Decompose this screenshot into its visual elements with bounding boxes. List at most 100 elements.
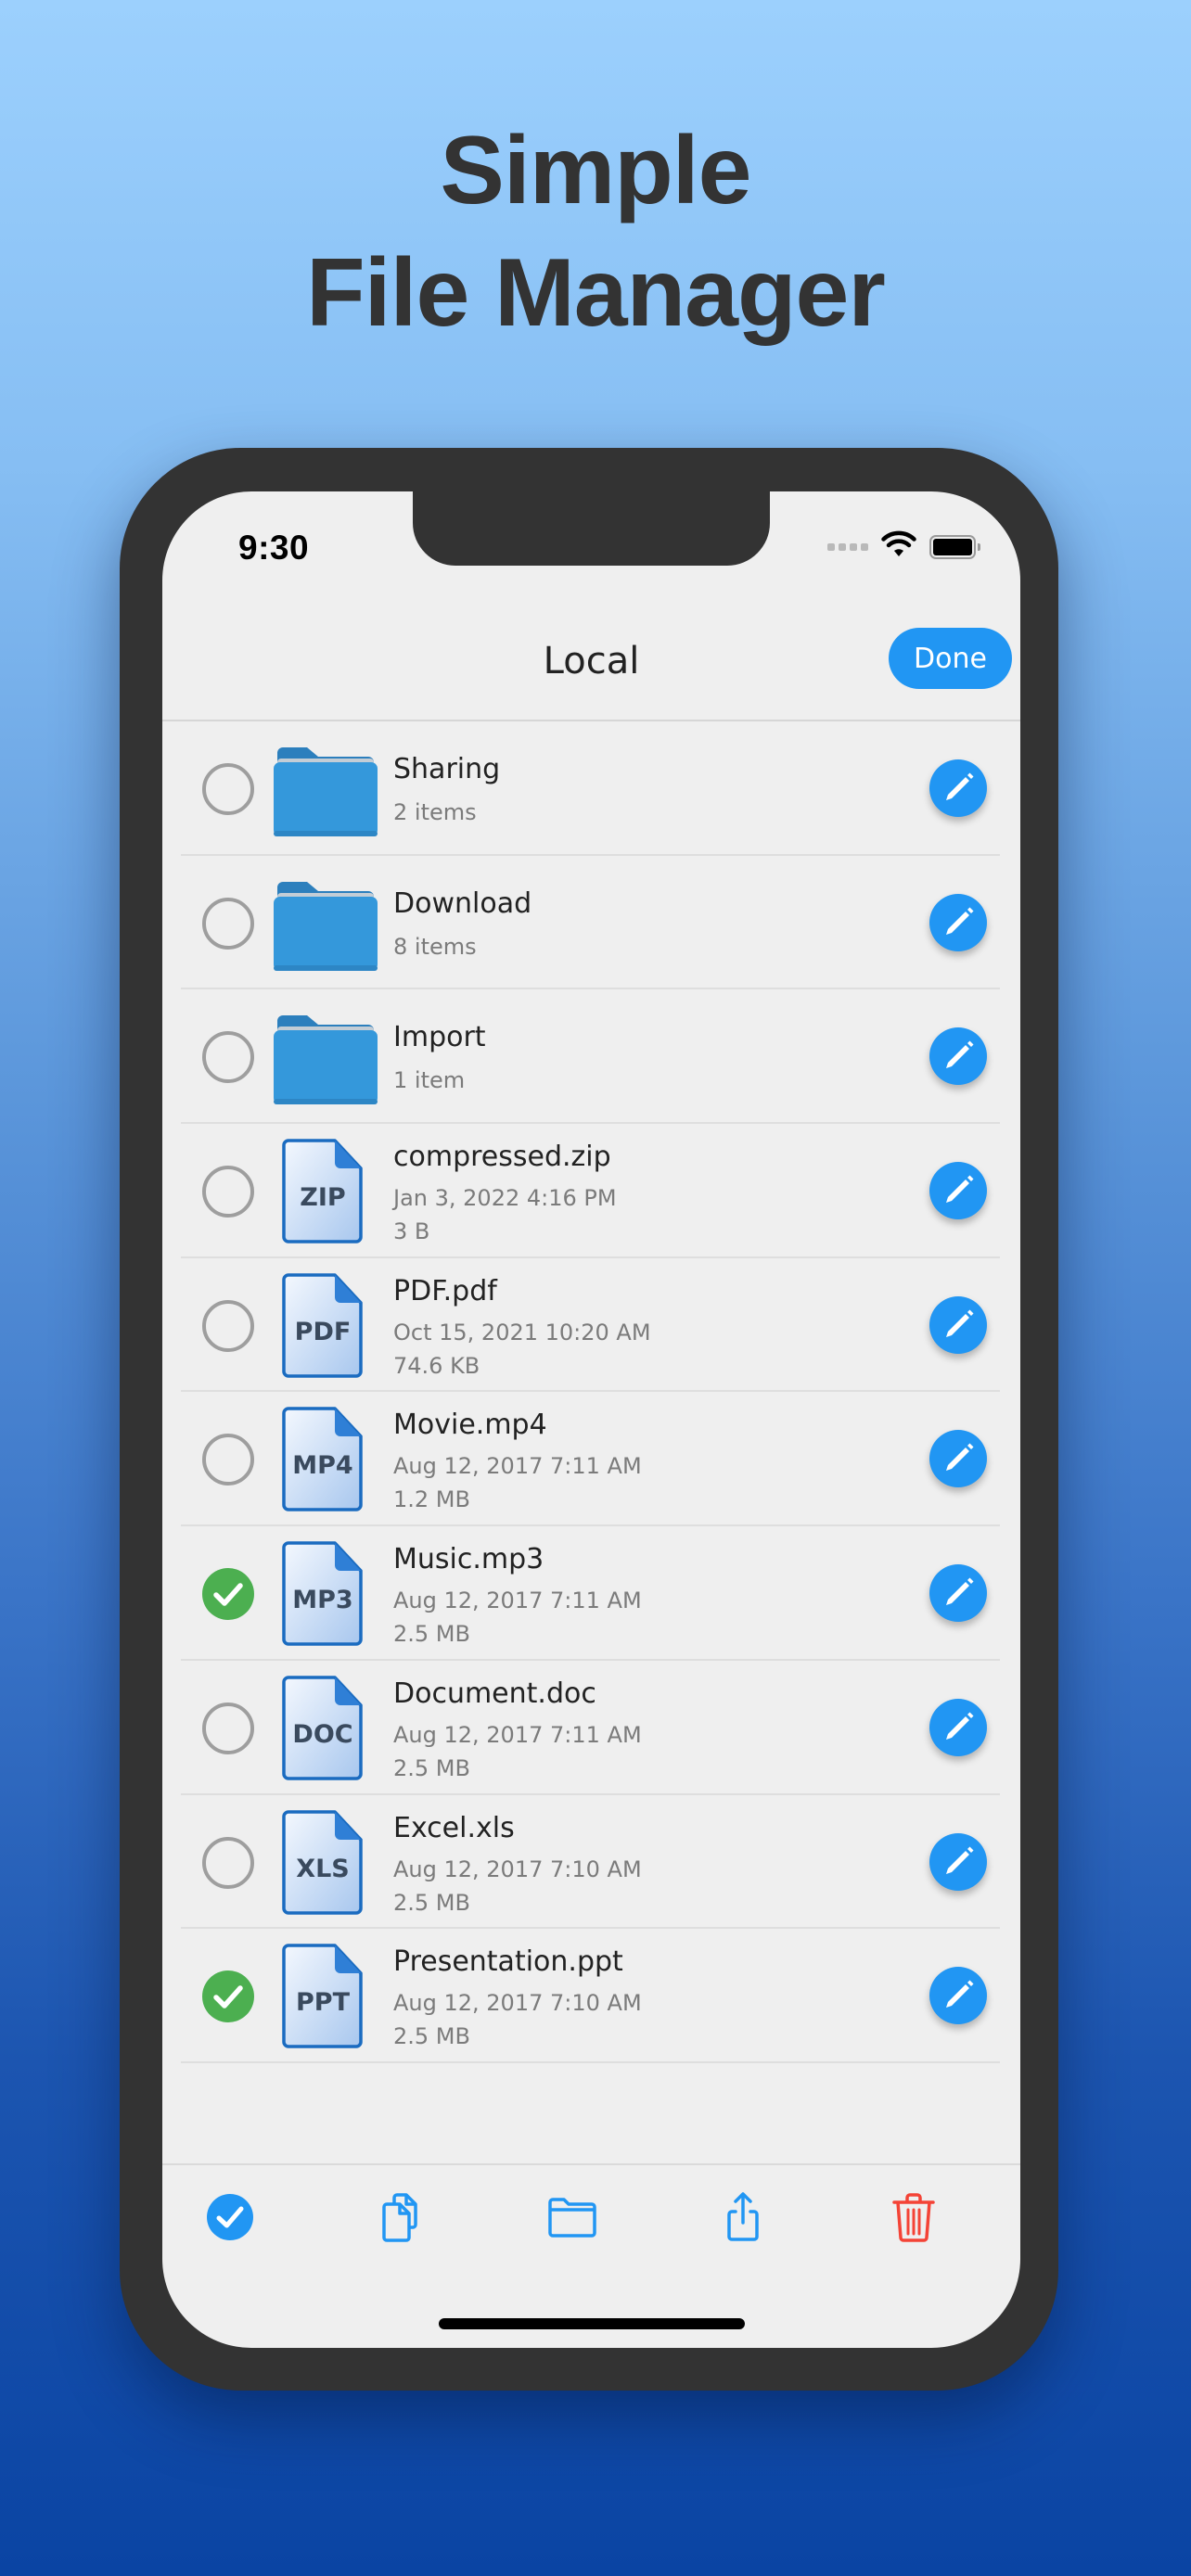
item-size: 3 B xyxy=(393,1218,430,1245)
edit-button[interactable] xyxy=(929,1162,987,1220)
item-name: Import xyxy=(393,1021,486,1054)
file-row[interactable]: PPT Presentation.ppt Aug 12, 2017 7:10 AM… xyxy=(162,1929,1020,2063)
pencil-icon xyxy=(946,1309,974,1337)
folder-row[interactable]: Download 8 items xyxy=(162,856,1020,990)
selection-checkbox-checked[interactable] xyxy=(202,1970,254,2023)
file-row[interactable]: PDF PDF.pdf Oct 15, 2021 10:20 AM 74.6 KB xyxy=(162,1258,1020,1393)
folder-icon xyxy=(548,2198,596,2238)
item-size: 1.2 MB xyxy=(393,1486,470,1513)
selection-checkbox[interactable] xyxy=(202,763,254,815)
signal-dots-icon xyxy=(827,542,868,551)
file-doc-icon: DOC xyxy=(272,1674,379,1781)
folder-icon xyxy=(272,869,379,976)
share-button[interactable] xyxy=(713,2187,773,2247)
folder-row[interactable]: Import 1 item xyxy=(162,989,1020,1124)
select-all-button[interactable] xyxy=(200,2187,260,2247)
selection-checkbox[interactable] xyxy=(202,1031,254,1084)
item-date: Aug 12, 2017 7:10 AM xyxy=(393,1855,642,1882)
status-time: 9:30 xyxy=(238,529,310,567)
notch xyxy=(413,491,770,566)
edit-button[interactable] xyxy=(929,1564,987,1623)
file-xls-icon: XLS xyxy=(272,1808,379,1916)
item-name: Presentation.ppt xyxy=(393,1945,623,1979)
pencil-icon xyxy=(946,1175,974,1204)
selection-checkbox[interactable] xyxy=(202,1166,254,1218)
edit-button[interactable] xyxy=(929,1967,987,2025)
edit-button[interactable] xyxy=(929,1430,987,1488)
phone-screen: 9:30 Local Done Sharing 2 items Download… xyxy=(162,491,1020,2348)
item-name: Sharing xyxy=(393,753,501,785)
item-date: Aug 12, 2017 7:11 AM xyxy=(393,1453,642,1480)
selection-checkbox[interactable] xyxy=(202,1299,254,1352)
edit-button[interactable] xyxy=(929,1698,987,1756)
headline: Simple File Manager xyxy=(0,109,1191,354)
pencil-icon xyxy=(946,1577,974,1606)
file-list: Sharing 2 items Download 8 items Import 1 i… xyxy=(162,721,1020,2063)
file-ppt-icon: PPT xyxy=(272,1942,379,2049)
copy-documents-icon xyxy=(382,2193,417,2242)
bottom-toolbar xyxy=(162,2165,1020,2267)
selection-checkbox[interactable] xyxy=(202,897,254,950)
selection-checkbox[interactable] xyxy=(202,1434,254,1486)
selection-checkbox[interactable] xyxy=(202,1836,254,1889)
item-date: Aug 12, 2017 7:10 AM xyxy=(393,1990,642,2017)
status-icons xyxy=(827,530,980,563)
edit-button[interactable] xyxy=(929,1295,987,1354)
item-size: 2.5 MB xyxy=(393,1889,470,1916)
file-type-label: DOC xyxy=(292,1720,352,1749)
item-name: compressed.zip xyxy=(393,1141,611,1174)
file-type-label: ZIP xyxy=(300,1183,345,1212)
file-type-label: PPT xyxy=(296,1988,351,2017)
item-size: 2.5 MB xyxy=(393,1621,470,1648)
battery-full-icon xyxy=(929,534,980,559)
pencil-icon xyxy=(946,1980,974,2009)
file-row[interactable]: MP4 Movie.mp4 Aug 12, 2017 7:11 AM 1.2 MB xyxy=(162,1392,1020,1526)
item-date: Oct 15, 2021 10:20 AM xyxy=(393,1319,651,1345)
item-count: 8 items xyxy=(393,933,477,960)
item-name: PDF.pdf xyxy=(393,1274,497,1307)
edit-button[interactable] xyxy=(929,1832,987,1891)
edit-button[interactable] xyxy=(929,759,987,817)
file-pdf-icon: PDF xyxy=(272,1271,379,1379)
item-name: Download xyxy=(393,886,532,920)
item-count: 2 items xyxy=(393,799,477,825)
folder-icon xyxy=(272,734,379,842)
move-to-folder-button[interactable] xyxy=(543,2187,602,2247)
file-type-label: MP4 xyxy=(292,1451,352,1480)
item-size: 74.6 KB xyxy=(393,1352,480,1379)
edit-button[interactable] xyxy=(929,1027,987,1086)
trash-icon xyxy=(892,2193,935,2242)
folder-icon xyxy=(272,1002,379,1110)
file-mp4-icon: MP4 xyxy=(272,1405,379,1512)
pencil-icon xyxy=(946,1846,974,1874)
delete-button[interactable] xyxy=(884,2187,943,2247)
item-size: 2.5 MB xyxy=(393,2023,470,2050)
item-date: Aug 12, 2017 7:11 AM xyxy=(393,1721,642,1748)
home-indicator[interactable] xyxy=(439,2318,745,2329)
folder-row[interactable]: Sharing 2 items xyxy=(162,721,1020,856)
item-date: Jan 3, 2022 4:16 PM xyxy=(393,1185,617,1212)
selection-checkbox[interactable] xyxy=(202,1702,254,1754)
item-name: Excel.xls xyxy=(393,1811,515,1844)
file-row[interactable]: XLS Excel.xls Aug 12, 2017 7:10 AM 2.5 MB xyxy=(162,1795,1020,1930)
file-type-label: PDF xyxy=(295,1318,352,1346)
pencil-icon xyxy=(946,907,974,935)
edit-button[interactable] xyxy=(929,893,987,951)
copy-button[interactable] xyxy=(372,2187,431,2247)
done-button[interactable]: Done xyxy=(889,628,1012,689)
check-circle-icon xyxy=(207,2194,253,2240)
file-row[interactable]: DOC Document.doc Aug 12, 2017 7:11 AM 2.5 … xyxy=(162,1661,1020,1795)
file-row[interactable]: MP3 Music.mp3 Aug 12, 2017 7:11 AM 2.5 MB xyxy=(162,1526,1020,1661)
file-type-label: MP3 xyxy=(292,1586,352,1614)
wifi-icon xyxy=(881,530,916,563)
selection-checkbox-checked[interactable] xyxy=(202,1568,254,1621)
item-name: Movie.mp4 xyxy=(393,1409,547,1442)
item-name: Music.mp3 xyxy=(393,1543,544,1576)
file-zip-icon: ZIP xyxy=(272,1137,379,1244)
file-row[interactable]: ZIP compressed.zip Jan 3, 2022 4:16 PM 3 B xyxy=(162,1124,1020,1258)
item-count: 1 item xyxy=(393,1067,466,1094)
headline-line-2: File Manager xyxy=(306,239,886,347)
phone-frame: 9:30 Local Done Sharing 2 items Download… xyxy=(120,448,1058,2391)
item-size: 2.5 MB xyxy=(393,1754,470,1781)
share-icon xyxy=(727,2192,759,2241)
